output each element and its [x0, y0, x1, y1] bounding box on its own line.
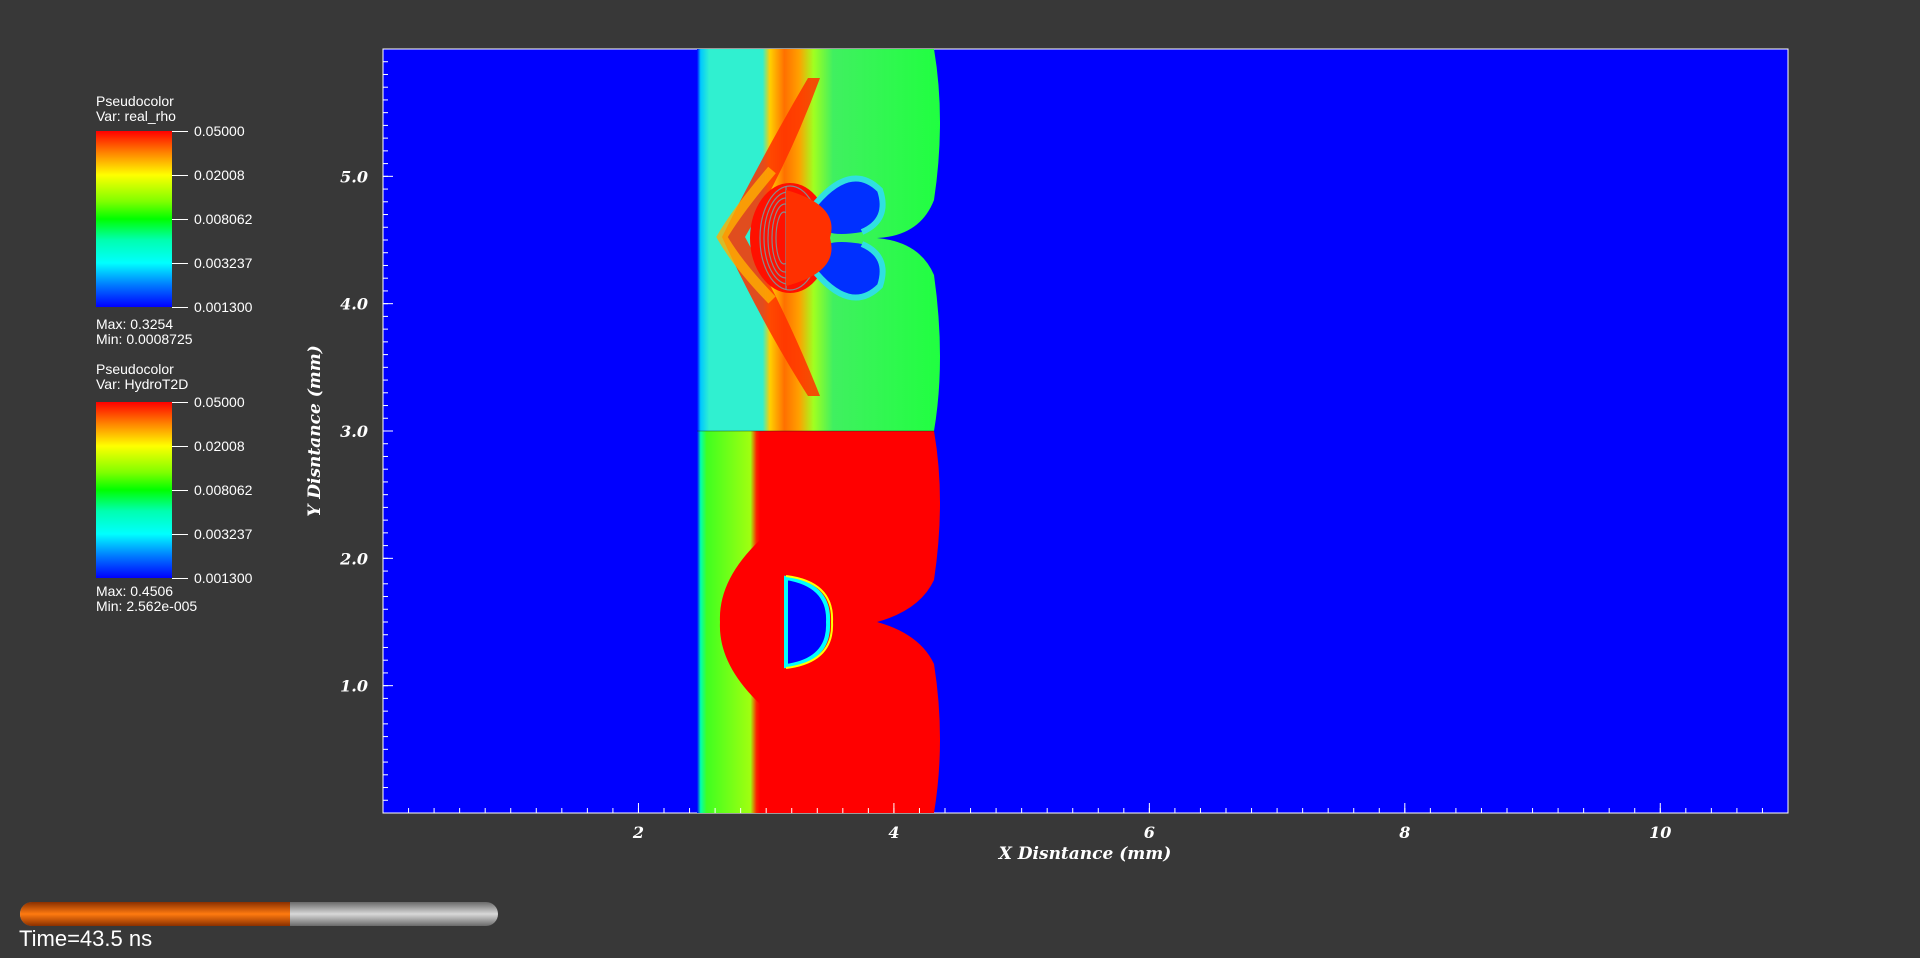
- y-tick-label: 3.0: [340, 422, 368, 441]
- pseudocolor-plot: 2 4 6 8 10 1.02.03.04.05.0 X Disntance (mm) …: [305, 48, 1789, 864]
- x-tick-label: 8: [1398, 823, 1410, 842]
- plot-background: [382, 48, 1789, 814]
- y-tick-label: 1.0: [340, 677, 368, 696]
- y-axis-label: Y Disntance (mm): [305, 345, 325, 517]
- time-progress-fill: [20, 902, 291, 926]
- time-label: Time=43.5 ns: [19, 926, 153, 951]
- x-tick-label: 6: [1144, 823, 1155, 842]
- x-tick-label: 4: [888, 823, 899, 842]
- y-tick-label: 5.0: [340, 167, 368, 186]
- x-axis-label: X Disntance (mm): [998, 844, 1172, 864]
- x-tick-label: 2: [632, 823, 644, 842]
- y-tick-label: 4.0: [340, 295, 368, 314]
- x-tick-label: 10: [1649, 823, 1671, 842]
- time-progress-bar: [20, 902, 498, 926]
- y-axis: 1.0 2.0 3.0 4.0 5.0: [339, 48, 393, 814]
- y-tick-label: 2.0: [339, 549, 368, 568]
